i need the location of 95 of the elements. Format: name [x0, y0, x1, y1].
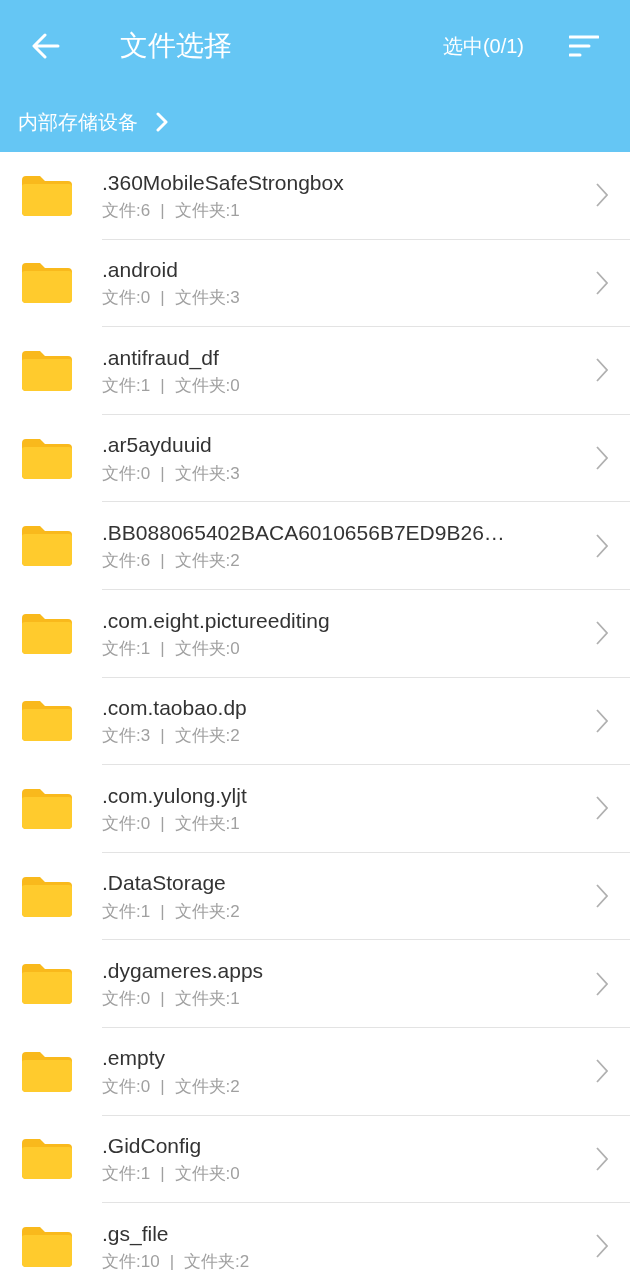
file-count: 文件:3: [102, 725, 151, 747]
subfolder-count: 文件夹:2: [174, 900, 240, 922]
file-count: 文件:0: [102, 988, 151, 1010]
folder-row[interactable]: .GidConfig 文件:1 | 文件夹:0: [0, 1115, 630, 1204]
file-count: 文件:0: [102, 287, 151, 309]
sort-icon: [569, 35, 599, 57]
folder-row[interactable]: .empty 文件:0 | 文件夹:2: [0, 1027, 630, 1116]
separator: |: [160, 550, 165, 572]
folder-name: .BB088065402BACA6010656B7ED9B26…: [102, 519, 506, 546]
folder-icon: [22, 438, 72, 479]
folder-name: .empty: [102, 1045, 167, 1072]
back-arrow-icon: [32, 33, 60, 59]
folder-icon: [22, 1051, 72, 1092]
separator: |: [160, 1075, 165, 1097]
folder-name: .DataStorage: [102, 870, 227, 897]
chevron-right-icon: [596, 533, 608, 558]
folder-icon: [22, 1226, 72, 1267]
folder-row[interactable]: .android 文件:0 | 文件夹:3: [0, 239, 630, 328]
subfolder-count: 文件夹:3: [174, 462, 240, 484]
separator: |: [160, 900, 165, 922]
separator: |: [160, 287, 165, 309]
chevron-right-icon: [596, 1059, 608, 1084]
separator: |: [160, 725, 165, 747]
separator: |: [160, 199, 165, 222]
folder-name: .com.taobao.dp: [102, 695, 248, 722]
folder-row[interactable]: .com.eight.pictureediting 文件:1 | 文件夹:0: [0, 589, 630, 678]
folder-icon: [22, 964, 72, 1005]
folder-name: .dygameres.apps: [102, 957, 265, 984]
subfolder-count: 文件夹:2: [184, 1250, 250, 1273]
folder-icon: [22, 263, 72, 304]
separator: |: [160, 1163, 165, 1185]
separator: |: [160, 637, 165, 659]
page-title: 文件选择: [120, 29, 232, 63]
chevron-right-icon: [156, 112, 168, 132]
file-count: 文件:1: [102, 900, 151, 922]
separator: |: [160, 375, 165, 397]
subfolder-count: 文件夹:2: [174, 550, 240, 572]
subfolder-count: 文件夹:0: [174, 637, 240, 659]
folder-name: .ar5ayduuid: [102, 432, 213, 459]
separator: |: [160, 988, 165, 1010]
folder-row[interactable]: .DataStorage 文件:1 | 文件夹:2: [0, 852, 630, 941]
folder-icon: [22, 351, 72, 391]
subfolder-count: 文件夹:2: [174, 725, 240, 747]
folder-row[interactable]: .ar5ayduuid 文件:0 | 文件夹:3: [0, 414, 630, 503]
chevron-right-icon: [596, 358, 608, 383]
folder-icon: [22, 788, 72, 829]
file-count: 文件:10: [102, 1250, 160, 1273]
folder-name: .360MobileSafeStrongbox: [102, 169, 345, 196]
folder-row[interactable]: .dygameres.apps 文件:0 | 文件夹:1: [0, 940, 630, 1028]
folder-row[interactable]: .com.taobao.dp 文件:3 | 文件夹:2: [0, 677, 630, 766]
chevron-right-icon: [596, 708, 608, 733]
file-count: 文件:6: [102, 550, 151, 572]
separator: |: [169, 1250, 175, 1273]
subfolder-count: 文件夹:0: [174, 375, 240, 397]
subfolder-count: 文件夹:1: [174, 988, 240, 1010]
chevron-right-icon: [596, 183, 608, 208]
separator: |: [160, 462, 165, 484]
folder-name: .com.yulong.yljt: [102, 782, 248, 809]
file-count: 文件:1: [102, 637, 151, 659]
file-count: 文件:6: [102, 199, 151, 222]
folder-icon: [22, 613, 72, 654]
chevron-right-icon: [596, 621, 608, 646]
folder-row[interactable]: .BB088065402BACA6010656B7ED9B26… 文件:6 | 文件夹:2: [0, 502, 630, 590]
folder-name: .gs_file: [102, 1220, 170, 1247]
chevron-right-icon: [596, 1234, 608, 1259]
folder-name: .antifraud_df: [102, 344, 220, 371]
subfolder-count: 文件夹:1: [174, 812, 240, 835]
folder-row[interactable]: .360MobileSafeStrongbox 文件:6 | 文件夹:1: [0, 152, 630, 240]
subfolder-count: 文件夹:0: [174, 1163, 240, 1185]
file-count: 文件:1: [102, 1163, 151, 1185]
file-count: 文件:0: [102, 462, 151, 484]
folder-icon: [22, 175, 72, 216]
file-count: 文件:0: [102, 812, 151, 835]
chevron-right-icon: [596, 1146, 608, 1171]
chevron-right-icon: [596, 270, 608, 295]
chevron-right-icon: [596, 971, 608, 996]
file-count: 文件:0: [102, 1075, 151, 1097]
chevron-right-icon: [596, 446, 608, 471]
folder-row[interactable]: .antifraud_df 文件:1 | 文件夹:0: [0, 327, 630, 415]
folder-row[interactable]: .gs_file 文件:10 | 文件夹:2: [0, 1203, 630, 1280]
subfolder-count: 文件夹:2: [174, 1075, 240, 1097]
subfolder-count: 文件夹:3: [174, 287, 240, 309]
folder-icon: [22, 1139, 72, 1180]
subfolder-count: 文件夹:1: [174, 199, 240, 222]
folder-name: .com.eight.pictureediting: [102, 607, 331, 634]
separator: |: [160, 812, 165, 835]
folder-icon: [22, 526, 72, 567]
folder-name: .android: [102, 257, 179, 284]
chevron-right-icon: [596, 796, 608, 821]
folder-icon: [22, 876, 72, 917]
file-count: 文件:1: [102, 375, 151, 397]
folder-icon: [22, 701, 72, 742]
folder-row[interactable]: .com.yulong.yljt 文件:0 | 文件夹:1: [0, 765, 630, 853]
folder-name: .GidConfig: [102, 1133, 203, 1160]
chevron-right-icon: [596, 884, 608, 909]
